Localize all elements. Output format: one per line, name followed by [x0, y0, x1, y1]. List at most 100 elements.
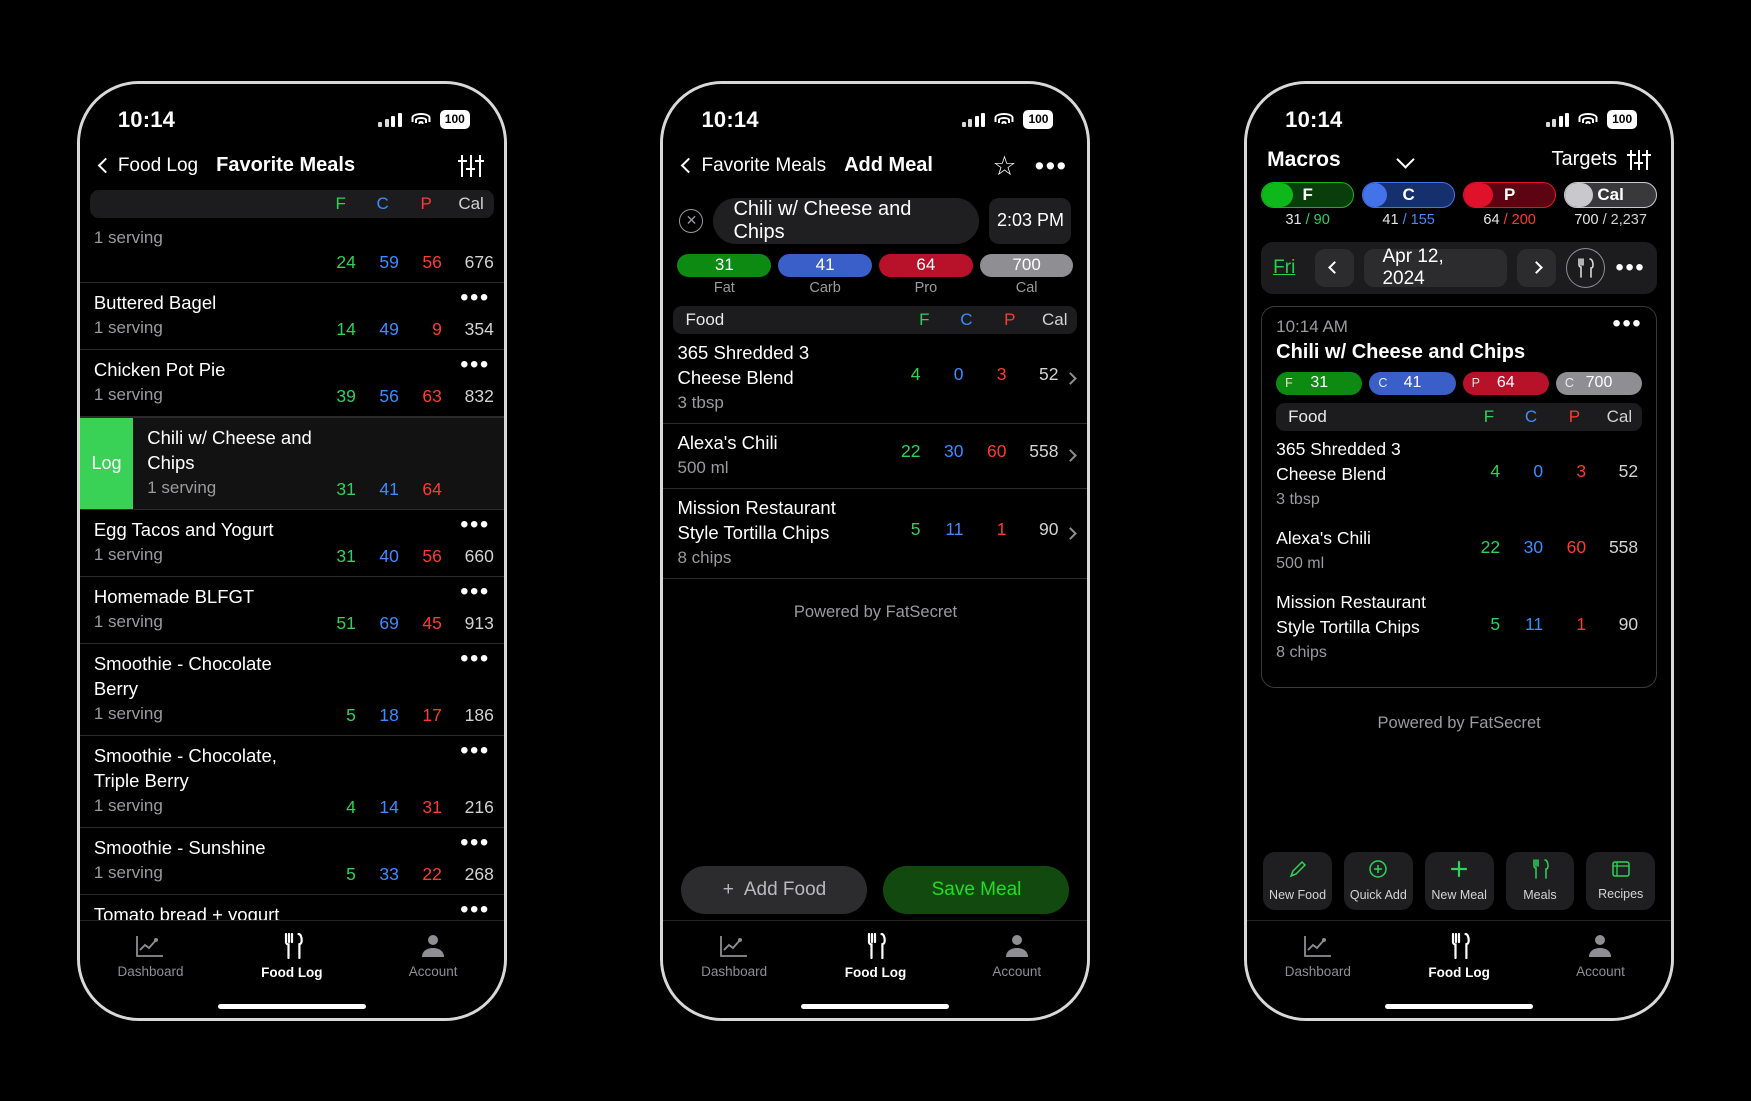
weekday-label[interactable]: Fri: [1273, 257, 1295, 279]
food-row[interactable]: Mission Restaurant Style Tortilla Chips 8…: [1270, 584, 1648, 673]
screenshot-stage: 10:14 100 Food Log Favorite Meals F C P …: [0, 0, 1751, 1101]
pill-letter: C: [1378, 376, 1388, 390]
back-button-favorite-meals[interactable]: Favorite Meals: [681, 155, 826, 177]
chevron-right-icon[interactable]: [1064, 371, 1078, 385]
row-menu-icon[interactable]: •••: [460, 352, 490, 376]
status-bar: 10:14 100: [663, 84, 1087, 142]
sliders-icon[interactable]: [457, 154, 484, 177]
tab-food-log[interactable]: Food Log: [1388, 932, 1529, 980]
food-row[interactable]: 365 Shredded 3 Cheese Blend 3 tbsp 4 0 3 52: [663, 334, 1088, 424]
food-row[interactable]: Alexa's Chili 500 ml 22 30 60 558: [663, 424, 1088, 489]
chevron-down-icon[interactable]: [1395, 150, 1415, 169]
value-pro: 56: [422, 545, 442, 566]
row-menu-icon[interactable]: •••: [460, 579, 490, 603]
value-cal: 90: [1618, 613, 1639, 634]
add-food-button[interactable]: + Add Food: [681, 865, 868, 914]
back-button-food-log[interactable]: Food Log: [97, 155, 198, 177]
tab-dashboard[interactable]: Dashboard: [663, 934, 804, 979]
ellipsis-icon[interactable]: •••: [1615, 255, 1645, 279]
star-icon[interactable]: ☆: [992, 152, 1016, 179]
next-day-button[interactable]: [1517, 248, 1557, 287]
fork-knife-icon: [1447, 932, 1471, 959]
meal-food-list[interactable]: Food F C P Cal 365 Shredded 3 Cheese Ble…: [663, 305, 1088, 866]
value-pro: 60: [1566, 537, 1587, 557]
tab-account[interactable]: Account: [1530, 933, 1671, 979]
save-meal-button[interactable]: Save Meal: [883, 865, 1070, 914]
food-macros: 4 0 3 52: [1457, 461, 1648, 490]
quick-action-label: Recipes: [1598, 887, 1644, 901]
meal-serving: 1 serving: [147, 477, 217, 497]
table-row[interactable]: Smoothie - Chocolate, Triple Berry 1 serv…: [79, 736, 504, 828]
table-row[interactable]: 1 serving 24 59 56 676: [79, 218, 504, 283]
food-info: Alexa's Chili 500 ml: [1276, 520, 1457, 584]
value-carb: 40: [379, 545, 399, 566]
meal-serving: 1 serving: [93, 384, 163, 404]
favorite-meals-list[interactable]: F C P Cal 1 serving 24 59 56 676 Buttered Bag…: [79, 189, 504, 920]
book-icon: [1611, 860, 1631, 883]
tab-dashboard[interactable]: Dashboard: [80, 934, 221, 979]
food-row[interactable]: 365 Shredded 3 Cheese Blend 3 tbsp 4 0 3 52: [1270, 431, 1648, 520]
meal-name: Homemade BLFGT: [93, 585, 255, 607]
table-row[interactable]: Smoothie - Sunshine 1 serving 5 33 22 268 •••: [79, 828, 504, 895]
table-row[interactable]: Egg Tacos and Yogurt 1 serving 31 40 56 660 ••…: [79, 510, 504, 577]
row-menu-icon[interactable]: •••: [460, 285, 490, 309]
tab-label: Food Log: [1428, 964, 1490, 980]
phone-favorite-meals: 10:14 100 Food Log Favorite Meals F C P …: [76, 80, 507, 1021]
table-row[interactable]: Homemade BLFGT 1 serving 51 69 45 913 •••: [79, 577, 504, 644]
targets-label[interactable]: Targets: [1552, 148, 1618, 171]
log-swipe-button[interactable]: Log: [79, 417, 134, 509]
table-row[interactable]: Tomato bread + yogurt and shake1 serving…: [80, 895, 504, 920]
date-picker-button[interactable]: Apr 12, 2024: [1364, 246, 1508, 289]
meal-info: Smoothie - Chocolate Berry 1 serving: [80, 644, 313, 735]
food-name: 365 Shredded 3 Cheese Blend: [1276, 438, 1401, 484]
row-menu-icon[interactable]: •••: [460, 738, 490, 762]
value-carb: 30: [1523, 537, 1544, 557]
ellipsis-icon[interactable]: •••: [1035, 152, 1068, 179]
quick-action-new-food[interactable]: New Food: [1263, 851, 1332, 910]
meal-serving: 1 serving: [93, 795, 163, 815]
fork-knife-icon[interactable]: [1566, 247, 1606, 288]
clear-circle-icon[interactable]: ✕: [679, 208, 704, 233]
tab-food-log[interactable]: Food Log: [805, 932, 946, 980]
food-macros: 4 0 3 52: [877, 364, 1059, 393]
table-row[interactable]: Buttered Bagel 1 serving 14 49 9 354 •••: [79, 283, 504, 350]
value-pro: 31: [422, 796, 442, 817]
row-menu-icon[interactable]: •••: [460, 897, 490, 920]
quick-action-meals[interactable]: Meals: [1505, 851, 1575, 910]
tab-account[interactable]: Account: [362, 933, 503, 979]
food-macros: 5 11 1 90: [1457, 614, 1648, 643]
home-indicator: [663, 996, 1087, 1018]
food-row[interactable]: Alexa's Chili 500 ml 22 30 60 558: [1270, 520, 1648, 584]
chevron-right-icon[interactable]: [1064, 526, 1078, 540]
value-carb: 59: [379, 251, 399, 272]
table-row[interactable]: Log Chili w/ Cheese and Chips 1 serving 31 4…: [79, 416, 504, 510]
meal-name: Chicken Pot Pie: [93, 358, 226, 380]
row-menu-icon[interactable]: •••: [460, 512, 490, 536]
tab-label: Account: [408, 964, 458, 979]
row-menu-icon[interactable]: •••: [460, 830, 490, 854]
col-header-cal: Cal: [458, 193, 484, 213]
ellipsis-icon[interactable]: •••: [1612, 311, 1642, 335]
wifi-icon: [994, 112, 1014, 127]
row-menu-icon[interactable]: •••: [460, 646, 490, 670]
prev-day-button[interactable]: [1315, 248, 1355, 287]
food-name: Mission Restaurant Style Tortilla Chips: [1276, 591, 1426, 637]
meal-time-field[interactable]: 2:03 PM: [989, 197, 1072, 244]
quick-action-recipes[interactable]: Recipes: [1586, 851, 1656, 910]
quick-action-quick-add[interactable]: Quick Add: [1343, 851, 1413, 910]
meal-info: Buttered Bagel 1 serving: [80, 283, 313, 349]
table-row[interactable]: Smoothie - Chocolate Berry 1 serving 5 18 17…: [79, 644, 504, 736]
tab-account[interactable]: Account: [946, 933, 1087, 979]
value-cal: 558: [1608, 537, 1639, 557]
tab-dashboard[interactable]: Dashboard: [1247, 934, 1388, 979]
status-time: 10:14: [1285, 106, 1343, 132]
pill-label: Pro: [914, 279, 938, 296]
food-row[interactable]: Mission Restaurant Style Tortilla Chips 8…: [663, 489, 1088, 579]
sliders-icon[interactable]: [1627, 149, 1652, 170]
tab-food-log[interactable]: Food Log: [221, 932, 362, 980]
quick-action-new-meal[interactable]: New Meal: [1424, 851, 1494, 910]
wifi-icon: [1578, 112, 1598, 127]
meal-name-field[interactable]: Chili w/ Cheese and Chips: [713, 197, 980, 244]
chevron-right-icon[interactable]: [1064, 449, 1078, 462]
table-row[interactable]: Chicken Pot Pie 1 serving 39 56 63 832 •••: [79, 350, 504, 417]
